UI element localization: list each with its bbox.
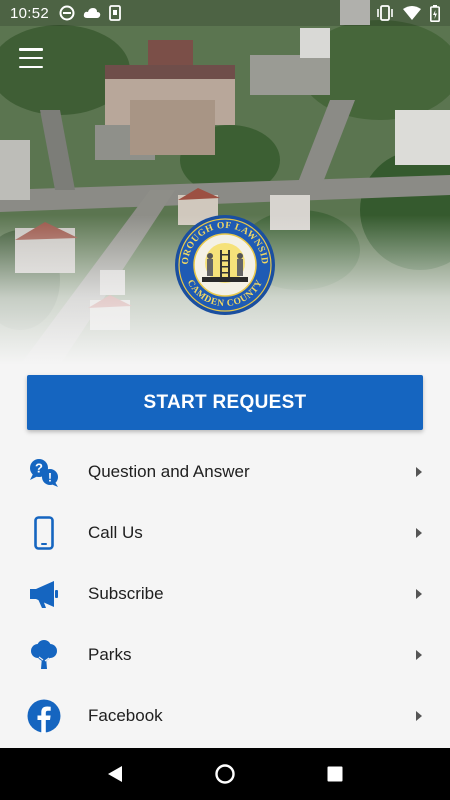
back-icon[interactable] [100,759,130,789]
menu-item-call-us[interactable]: Call Us [0,502,450,563]
menu-item-label: Parks [88,645,132,665]
svg-text:!: ! [48,470,52,484]
question-answer-icon: ? ! [26,454,62,490]
status-bar: 10:52 [0,0,450,26]
menu-list: ? ! Question and Answer Call Us Subscrib… [0,441,450,747]
menu-item-label: Question and Answer [88,461,250,481]
menu-item-label: Call Us [88,522,143,542]
no-disturb-icon [59,5,75,21]
tree-icon [26,637,62,673]
chevron-right-icon [416,650,422,661]
mobile-phone-icon [26,515,62,551]
menu-item-subscribe[interactable]: Subscribe [0,563,450,624]
system-nav-bar [0,748,450,800]
recents-icon[interactable] [320,759,350,789]
status-time: 10:52 [10,4,50,22]
menu-item-facebook[interactable]: Facebook [0,686,450,747]
menu-item-label: Subscribe [88,583,164,603]
battery-icon [430,4,440,22]
svg-text:?: ? [35,460,43,475]
home-icon[interactable] [210,759,240,789]
start-request-button[interactable]: START REQUEST [27,375,423,430]
facebook-icon [26,698,62,734]
phone-vibrate-icon [109,5,121,21]
cloud-icon [83,8,101,18]
chevron-right-icon [416,588,422,599]
menu-item-parks[interactable]: Parks [0,625,450,686]
vibrate-icon [377,5,393,21]
wifi-icon [403,5,421,20]
menu-item-label: Facebook [88,706,163,726]
borough-seal-logo: BOROUGH OF LAWNSIDE CAMDEN COUNTY [171,207,276,316]
chevron-right-icon [416,527,422,538]
menu-item-question-and-answer[interactable]: ? ! Question and Answer [0,441,450,502]
chevron-right-icon [416,711,422,722]
chevron-right-icon [416,466,422,477]
megaphone-icon [26,576,62,612]
hamburger-menu-icon[interactable] [14,44,48,72]
